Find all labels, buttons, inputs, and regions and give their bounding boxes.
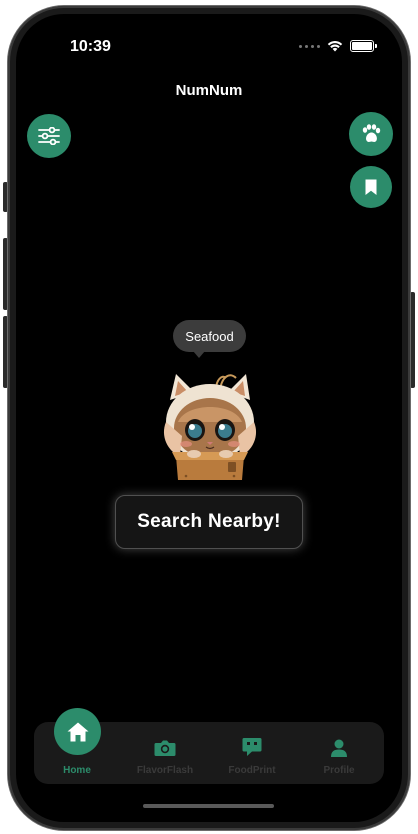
paw-icon — [362, 124, 381, 142]
sliders-icon — [38, 127, 60, 145]
cat-in-box-mascot[interactable] — [150, 352, 270, 482]
status-bar: 10:39 — [16, 14, 402, 74]
status-icons — [299, 40, 377, 52]
wifi-icon — [327, 41, 343, 52]
home-icon — [67, 722, 88, 741]
person-icon — [331, 739, 347, 757]
phone-device: 10:39 NumNum Seafood Search Nearby! Home… — [0, 0, 418, 834]
tab-home-label: Home — [63, 765, 91, 776]
cellular-icon — [299, 44, 320, 48]
chat-icon — [242, 738, 262, 756]
bottom-tab-bar: Home FlavorFlash FoodPrint Profile — [34, 708, 384, 784]
app-title: NumNum — [175, 82, 243, 99]
tab-foodprint-label: FoodPrint — [228, 765, 276, 776]
bookmark-icon — [365, 179, 377, 195]
paw-button[interactable] — [349, 112, 393, 156]
tab-home[interactable]: Home — [34, 708, 120, 784]
home-indicator[interactable] — [143, 804, 274, 808]
tab-flavorflash-label: FlavorFlash — [136, 765, 194, 776]
power-button — [410, 292, 415, 388]
bookmark-button[interactable] — [350, 166, 392, 208]
tab-profile-label: Profile — [323, 765, 355, 776]
filter-button[interactable] — [27, 114, 71, 158]
battery-icon — [350, 40, 377, 52]
category-bubble: Seafood — [173, 320, 246, 358]
status-time: 10:39 — [70, 38, 111, 55]
search-nearby-button[interactable]: Search Nearby! — [115, 495, 303, 549]
tab-foodprint[interactable]: FoodPrint — [209, 722, 295, 784]
tab-profile[interactable]: Profile — [296, 722, 382, 784]
camera-icon — [154, 740, 176, 756]
home-active-indicator — [54, 708, 101, 755]
tab-flavorflash[interactable]: FlavorFlash — [122, 722, 208, 784]
app-screen: 10:39 NumNum Seafood Search Nearby! Home… — [16, 14, 402, 822]
